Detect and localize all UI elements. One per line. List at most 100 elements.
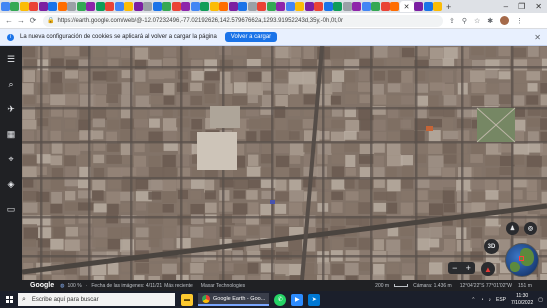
zoom-in-button[interactable]: + [466,263,471,273]
browser-tab[interactable] [414,2,423,11]
pegman-icon[interactable]: ♟ [506,222,519,235]
maximize-icon[interactable]: ❐ [518,2,525,11]
measure-icon[interactable]: ▭ [6,204,17,215]
voyager-icon[interactable]: ✈ [6,104,17,115]
taskbar-search-box[interactable]: ⌕ Escribe aquí para buscar [18,293,175,306]
browser-tab[interactable] [152,2,162,11]
close-icon[interactable]: ✕ [534,33,541,42]
browser-tab[interactable] [133,2,143,11]
browser-tab[interactable] [105,2,114,11]
browser-tab[interactable] [76,2,86,11]
info-message: La nueva configuración de cookies se apl… [20,34,217,40]
clock[interactable]: 11:30 7/10/2022 [511,293,533,307]
map-shade [22,46,547,280]
most-recent-link[interactable]: Más reciente [164,283,193,289]
browser-tab[interactable] [38,2,48,11]
browser-tab[interactable] [143,2,152,11]
places-icon[interactable]: ⌖ [6,154,17,165]
minimize-icon[interactable]: ‒ [504,2,508,11]
new-tab-button[interactable]: + [446,2,451,12]
forward-arrow-icon[interactable]: → [15,16,27,25]
browser-tab[interactable] [285,2,295,11]
browser-menu-icon[interactable]: ⋮ [516,17,523,25]
windows-start-button[interactable] [0,291,18,308]
back-arrow-icon[interactable]: ← [3,16,15,25]
zoom-out-button[interactable]: − [452,263,457,273]
browser-tab[interactable] [423,2,433,11]
browser-tab[interactable] [95,2,105,11]
browser-tab[interactable] [342,2,352,11]
browser-tab[interactable] [67,2,76,11]
browser-tab[interactable] [295,2,304,11]
active-tab[interactable]: ✕ [399,1,414,12]
overview-globe[interactable] [505,243,539,277]
browser-tab[interactable] [390,2,399,11]
browser-tab[interactable] [200,2,209,11]
browser-tab[interactable] [171,2,181,11]
system-tray: ⌃ ◔ ♪ ESP 11:30 7/10/2022 ▢ [471,291,547,308]
browser-tab[interactable] [257,2,266,11]
reload-page-button[interactable]: Volver a cargar [224,32,278,42]
browser-tab[interactable] [371,2,380,11]
share-icon[interactable]: ⇪ [449,17,455,25]
browser-tab[interactable] [333,2,342,11]
browser-tab[interactable] [238,2,247,11]
menu-icon[interactable]: ☰ [6,54,17,65]
camera-altitude: Cámara: 1.436 m [413,282,452,289]
browser-tab[interactable] [433,2,442,11]
browser-tab[interactable] [361,2,371,11]
browser-tab[interactable] [314,2,323,11]
satellite-map-view[interactable]: ♟ ◎ 3D ▲ [22,46,547,280]
browser-tab[interactable] [10,2,19,11]
bookmark-star-icon[interactable]: ☆ [474,17,480,25]
zoom-app-icon[interactable]: ▶ [291,293,304,306]
browser-tab[interactable] [48,2,57,11]
address-bar[interactable]: 🔒 https://earth.google.com/web/@-12.0723… [43,14,443,27]
browser-tab[interactable] [29,2,38,11]
browser-tab[interactable] [276,2,285,11]
file-explorer-icon[interactable]: ▬ [181,293,193,306]
browser-tab[interactable] [247,2,257,11]
browser-tab[interactable] [114,2,124,11]
network-icon[interactable]: ◔ [480,297,483,303]
elevation: 151 m [518,282,532,289]
extensions-icon[interactable]: ✱ [487,17,493,25]
north-arrow-icon[interactable]: ▲ [481,262,495,276]
browser-tab[interactable] [190,2,200,11]
browser-tab[interactable] [380,2,390,11]
browser-tab[interactable] [323,2,333,11]
search-icon: ⌕ [22,295,26,303]
tray-chevron-icon[interactable]: ⌃ [471,297,475,303]
browser-tab[interactable] [181,2,190,11]
browser-tab[interactable] [219,2,228,11]
browser-tab[interactable] [228,2,238,11]
scale-label: 200 m [375,282,390,289]
whatsapp-icon[interactable]: ✆ [274,293,287,306]
compass-icon[interactable]: ◎ [524,222,537,235]
telegram-icon[interactable]: ➤ [308,293,321,306]
profile-avatar[interactable] [500,16,510,25]
map-style-icon[interactable]: ◈ [6,179,17,190]
location-pin-icon[interactable]: ⚲ [462,17,467,25]
browser-tab[interactable] [352,2,361,11]
search-icon[interactable]: ⌕ [6,79,17,90]
browser-tab[interactable] [209,2,219,11]
chrome-taskbar-app[interactable]: Google Earth - Goo... [198,293,270,306]
3d-toggle-button[interactable]: 3D [484,239,499,254]
toolbar-actions: ⇪ ⚲ ☆ ✱ ⋮ [449,16,523,25]
browser-tab[interactable] [162,2,171,11]
clock-time: 11:30 [516,292,529,299]
browser-tab[interactable] [19,2,29,11]
reload-icon[interactable]: ⟳ [27,16,39,25]
browser-tab[interactable] [304,2,314,11]
browser-tab[interactable] [124,2,133,11]
notifications-icon[interactable]: ▢ [538,297,543,303]
close-window-icon[interactable]: ✕ [535,2,542,11]
browser-tab[interactable] [86,2,95,11]
browser-tab[interactable] [266,2,276,11]
volume-icon[interactable]: ♪ [489,297,492,303]
browser-tab[interactable] [0,2,10,11]
language-indicator[interactable]: ESP [496,297,506,303]
browser-tab[interactable] [57,2,67,11]
feeling-lucky-icon[interactable]: ▦ [6,129,17,140]
